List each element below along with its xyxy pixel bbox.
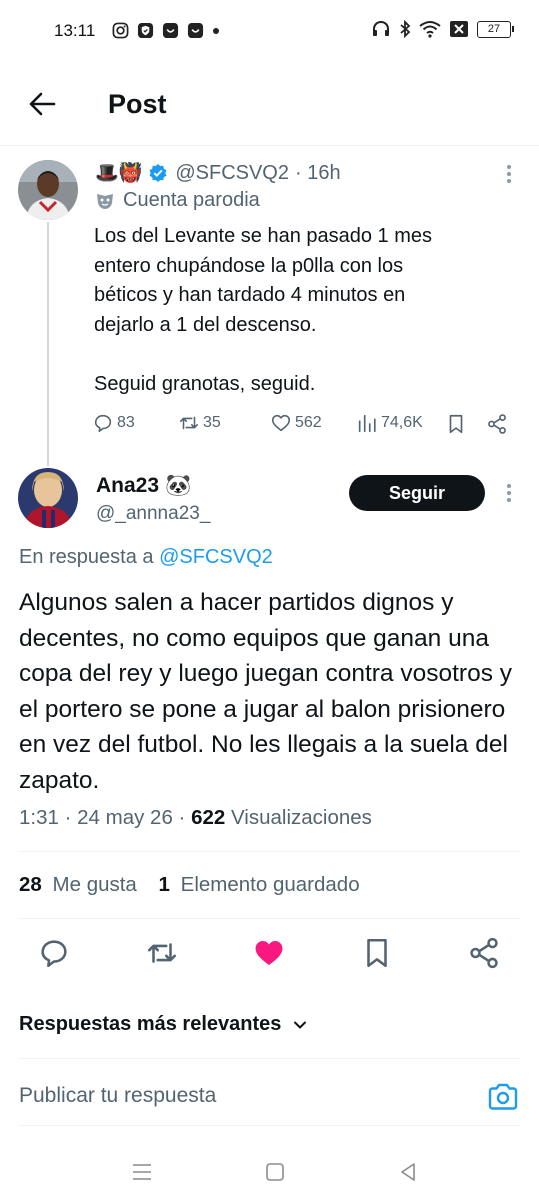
wifi-icon (419, 21, 441, 38)
thread-connector-line (47, 222, 49, 466)
status-time: 13:11 (54, 21, 96, 40)
parent-views-count: 74,6K (381, 414, 423, 431)
tweet-timestamp: 1:31 · 24 may 26 · (19, 806, 186, 829)
headphones-icon (373, 20, 389, 36)
home-square-icon[interactable] (263, 1160, 287, 1184)
menu-lines-icon[interactable] (130, 1160, 154, 1184)
parent-views-button[interactable]: 74,6K (356, 412, 423, 434)
views-chart-icon (358, 414, 376, 433)
heart-filled-icon[interactable] (252, 936, 286, 970)
top-app-bar: Post (0, 62, 539, 146)
parent-reply-count: 83 (117, 414, 135, 431)
smile-app-icon (162, 22, 179, 39)
engagement-stats: 28 Me gusta 1 Elemento guardado (19, 873, 360, 897)
reply-more-options-icon[interactable] (499, 482, 519, 506)
tweet-metadata: 1:31 · 24 may 26 · 622 Visualizaciones (19, 806, 372, 830)
user-emoji: 🎩👹 (95, 163, 143, 184)
back-triangle-icon[interactable] (396, 1160, 420, 1184)
reply-name-text: Ana23 (96, 474, 160, 497)
reply-icon (94, 414, 112, 433)
camera-icon[interactable] (486, 1080, 520, 1114)
parent-handle[interactable]: @SFCSVQ2 (175, 162, 289, 185)
parent-repost-button[interactable]: 35 (178, 412, 221, 434)
divider (19, 1125, 521, 1126)
parent-share-icon[interactable] (486, 413, 508, 435)
parody-label-text: Cuenta parodia (123, 189, 260, 211)
divider (19, 1058, 521, 1059)
chevron-down-icon (294, 1021, 307, 1028)
divider (19, 851, 521, 852)
verified-badge-icon (149, 164, 167, 182)
battery-indicator: 27 (477, 20, 514, 38)
reply-handle[interactable]: @_annna23_ (96, 503, 210, 525)
heart-icon (271, 414, 291, 432)
saved-count: 1 (158, 873, 170, 896)
repost-icon[interactable] (145, 936, 179, 970)
instagram-icon (112, 22, 129, 39)
no-sim-icon (450, 21, 468, 37)
parent-time: · 16h (295, 161, 341, 184)
likes-label[interactable]: Me gusta (53, 873, 137, 896)
avatar-photo-icon (18, 160, 78, 220)
bluetooth-icon (400, 20, 411, 38)
page-title: Post (108, 89, 167, 119)
back-arrow-icon[interactable] (26, 88, 58, 120)
parent-tweet-avatar[interactable] (18, 160, 78, 220)
reply-icon[interactable] (37, 936, 71, 970)
share-icon[interactable] (467, 936, 501, 970)
reply-tweet-avatar[interactable] (18, 468, 78, 528)
shield-app-icon (137, 22, 154, 39)
parody-mask-icon (97, 193, 113, 209)
replies-sort-dropdown[interactable]: Respuestas más relevantes (19, 1013, 309, 1036)
system-navigation-bar (0, 1150, 539, 1200)
battery-level: 27 (487, 22, 501, 35)
replying-mention-link[interactable]: @SFCSVQ2 (159, 546, 273, 568)
system-icons: 27 (371, 20, 514, 38)
parent-like-button[interactable]: 562 (270, 412, 322, 434)
parent-like-count: 562 (295, 414, 322, 431)
views-label: Visualizaciones (231, 806, 372, 829)
reply-tweet-actions (0, 933, 539, 973)
status-bar: 13:11 27 (0, 0, 539, 62)
reply-name-emoji: 🐼 (165, 474, 192, 497)
reply-display-name[interactable]: Ana23 🐼 (96, 474, 191, 498)
parent-tweet-text: Los del Levante se han pasado 1 mes ente… (94, 225, 433, 395)
parent-bookmark-icon[interactable] (445, 413, 467, 435)
parody-label: Cuenta parodia (95, 189, 260, 212)
reply-tweet-text: Algunos salen a hacer partidos dignos y … (19, 589, 513, 794)
notification-icons (112, 22, 220, 39)
divider (19, 918, 521, 919)
views-count: 622 (191, 806, 226, 829)
parent-more-options-icon[interactable] (499, 163, 519, 187)
replying-prefix: En respuesta a (19, 546, 154, 568)
repost-icon (179, 416, 199, 430)
likes-count[interactable]: 28 (19, 873, 42, 896)
sort-label: Respuestas más relevantes (19, 1013, 282, 1035)
bookmark-icon[interactable] (360, 936, 394, 970)
follow-button[interactable]: Seguir (349, 475, 485, 511)
parent-repost-count: 35 (203, 414, 221, 431)
parent-tweet-actions: 83 35 562 74,6K (92, 410, 517, 440)
parent-reply-button[interactable]: 83 (92, 412, 135, 434)
replying-to-line: En respuesta a @SFCSVQ2 (19, 546, 273, 569)
avatar-photo-icon (18, 468, 78, 528)
more-notifications-dot-icon (213, 27, 219, 34)
parent-tweet-header: 🎩👹 @SFCSVQ2 · 16h (95, 161, 341, 185)
reply-composer-input[interactable]: Publicar tu respuesta (19, 1084, 216, 1108)
smile-app-icon-2 (187, 22, 204, 39)
saved-label: Elemento guardado (180, 873, 360, 896)
